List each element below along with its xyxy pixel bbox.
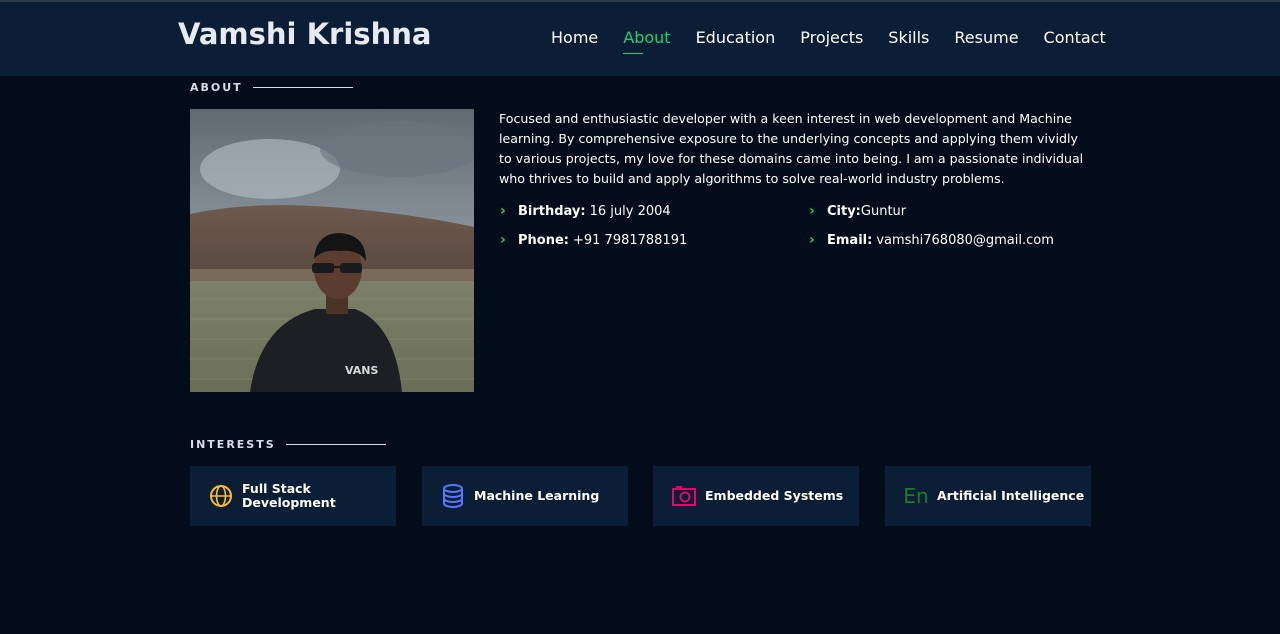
site-logo[interactable]: Vamshi Krishna: [178, 17, 431, 51]
chevron-right-icon: ›: [500, 232, 506, 248]
nav-contact[interactable]: Contact: [1044, 28, 1106, 53]
title-divider: [285, 444, 386, 445]
nav-resume[interactable]: Resume: [954, 28, 1018, 53]
interest-card-embedded-systems: Embedded Systems: [653, 466, 859, 526]
about-description: Focused and enthusiastic developer with …: [499, 111, 1084, 186]
birthday-value: 16 july 2004: [589, 203, 671, 219]
title-divider: [252, 87, 353, 88]
about-section-title: ABOUT: [190, 81, 353, 94]
site-header: Vamshi Krishna Home About Education Proj…: [0, 0, 1280, 76]
email-label: Email:: [827, 232, 873, 248]
phone-label: Phone:: [518, 232, 569, 248]
about-title-text: ABOUT: [190, 81, 243, 94]
nav-home[interactable]: Home: [551, 28, 598, 53]
city-info: › City: Guntur: [809, 203, 907, 219]
nav-projects[interactable]: Projects: [800, 28, 863, 53]
interest-label: Full Stack Development: [242, 481, 336, 510]
city-value: Guntur: [860, 203, 907, 219]
nav-education[interactable]: Education: [696, 28, 776, 53]
language-icon: En: [903, 484, 929, 508]
birthday-label: Birthday:: [518, 203, 586, 219]
profile-photo: VANS: [190, 109, 474, 392]
phone-value: +91 7981788191: [572, 232, 688, 248]
interests-section-title: INTERESTS: [190, 438, 386, 451]
birthday-info: › Birthday: 16 july 2004: [500, 203, 671, 219]
globe-icon: [208, 483, 234, 509]
phone-info: › Phone: +91 7981788191: [500, 232, 688, 248]
main-nav: Home About Education Projects Skills Res…: [551, 28, 1106, 54]
chevron-right-icon: ›: [809, 232, 815, 248]
chevron-right-icon: ›: [500, 203, 506, 219]
email-value[interactable]: vamshi768080@gmail.com: [876, 233, 1054, 248]
interest-label: Artificial Intelligence: [937, 488, 1085, 503]
interests-title-text: INTERESTS: [190, 438, 276, 451]
svg-text:VANS: VANS: [345, 364, 378, 377]
chevron-right-icon: ›: [809, 203, 815, 219]
interest-card-artificial-intelligence: En Artificial Intelligence: [885, 466, 1091, 526]
camera-icon: [671, 483, 697, 509]
database-icon: [440, 483, 466, 509]
email-info: › Email: vamshi768080@gmail.com: [809, 232, 1054, 248]
nav-skills[interactable]: Skills: [888, 28, 929, 53]
city-label: City:: [827, 203, 861, 219]
interest-card-full-stack: Full Stack Development: [190, 466, 396, 526]
interest-card-machine-learning: Machine Learning: [422, 466, 628, 526]
interest-label: Machine Learning: [474, 488, 600, 503]
nav-about[interactable]: About: [623, 28, 671, 54]
interest-label: Embedded Systems: [705, 488, 844, 503]
